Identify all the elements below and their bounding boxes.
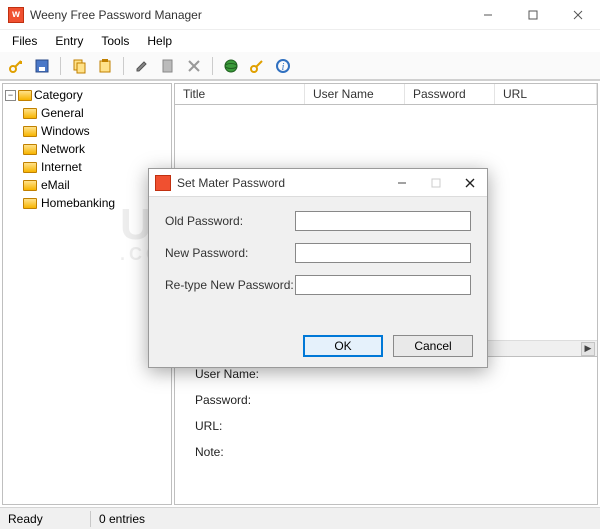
status-ready: Ready [0, 512, 90, 526]
menu-entry[interactable]: Entry [47, 32, 91, 50]
tree-root-label: Category [34, 88, 83, 102]
cancel-button[interactable]: Cancel [393, 335, 473, 357]
tree-item-label: Network [41, 142, 85, 156]
tree-item-label: General [41, 106, 84, 120]
category-tree[interactable]: − Category General Windows Network Inter… [2, 83, 172, 505]
key-icon[interactable] [6, 56, 26, 76]
statusbar: Ready 0 entries [0, 507, 600, 529]
close-button[interactable] [555, 0, 600, 30]
new-password-input[interactable] [295, 243, 471, 263]
dialog-titlebar: Set Mater Password [149, 169, 487, 197]
toolbar-sep [60, 57, 61, 75]
menu-help[interactable]: Help [139, 32, 180, 50]
retype-password-label: Re-type New Password: [165, 278, 295, 292]
folder-icon [23, 108, 37, 119]
tree-root[interactable]: − Category [5, 88, 169, 102]
folder-icon [23, 162, 37, 173]
page-icon[interactable] [158, 56, 178, 76]
tree-item[interactable]: Windows [23, 122, 169, 140]
copy-icon[interactable] [69, 56, 89, 76]
detail-panel: User Name: Password: URL: Note: [174, 357, 598, 505]
tree-item[interactable]: General [23, 104, 169, 122]
dialog-icon [155, 175, 171, 191]
tree-item[interactable]: Network [23, 140, 169, 158]
maximize-button[interactable] [510, 0, 555, 30]
scroll-right-icon[interactable]: ▶ [581, 342, 595, 356]
toolbar-sep [212, 57, 213, 75]
detail-username-label: User Name: [195, 367, 259, 381]
old-password-label: Old Password: [165, 214, 295, 228]
dialog-minimize-button[interactable] [385, 169, 419, 197]
col-url[interactable]: URL [495, 84, 597, 104]
detail-note-label: Note: [195, 445, 224, 459]
detail-password-label: Password: [195, 393, 251, 407]
paste-icon[interactable] [95, 56, 115, 76]
retype-password-input[interactable] [295, 275, 471, 295]
dialog-body: Old Password: New Password: Re-type New … [149, 197, 487, 295]
svg-text:i: i [282, 62, 285, 73]
ok-button[interactable]: OK [303, 335, 383, 357]
menu-files[interactable]: Files [4, 32, 45, 50]
app-icon: w [8, 7, 24, 23]
set-master-password-dialog: Set Mater Password Old Password: New Pas… [148, 168, 488, 368]
list-header: Title User Name Password URL [174, 83, 598, 105]
window-title: Weeny Free Password Manager [30, 8, 465, 22]
toolbar-sep [123, 57, 124, 75]
tree-item-label: Homebanking [41, 196, 115, 210]
col-title[interactable]: Title [175, 84, 305, 104]
dialog-close-button[interactable] [453, 169, 487, 197]
delete-icon[interactable] [184, 56, 204, 76]
info-icon[interactable]: i [273, 56, 293, 76]
main-titlebar: w Weeny Free Password Manager [0, 0, 600, 30]
toolbar: i [0, 52, 600, 80]
old-password-input[interactable] [295, 211, 471, 231]
folder-icon [23, 180, 37, 191]
menubar: Files Entry Tools Help [0, 30, 600, 52]
edit-icon[interactable] [132, 56, 152, 76]
status-entries: 0 entries [91, 512, 153, 526]
key2-icon[interactable] [247, 56, 267, 76]
tree-item-label: Windows [41, 124, 90, 138]
tree-item-label: Internet [41, 160, 82, 174]
col-username[interactable]: User Name [305, 84, 405, 104]
detail-url-label: URL: [195, 419, 222, 433]
folder-icon [23, 198, 37, 209]
minimize-button[interactable] [465, 0, 510, 30]
save-icon[interactable] [32, 56, 52, 76]
menu-tools[interactable]: Tools [93, 32, 137, 50]
col-password[interactable]: Password [405, 84, 495, 104]
folder-icon [23, 126, 37, 137]
new-password-label: New Password: [165, 246, 295, 260]
dialog-title: Set Mater Password [177, 176, 385, 190]
tree-item-label: eMail [41, 178, 70, 192]
folder-icon [23, 144, 37, 155]
dialog-maximize-button [419, 169, 453, 197]
globe-icon[interactable] [221, 56, 241, 76]
folder-icon [18, 90, 32, 101]
expander-icon[interactable]: − [5, 90, 16, 101]
